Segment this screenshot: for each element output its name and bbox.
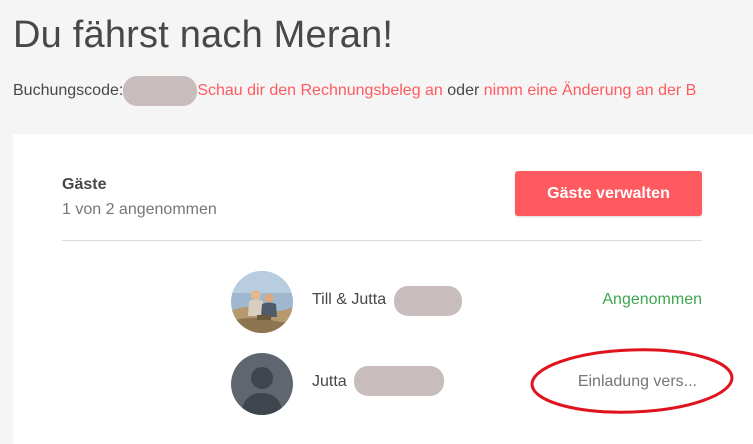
receipt-link[interactable]: Schau dir den Rechnungsbeleg an: [197, 82, 443, 99]
guest-name: Till & Jutta: [312, 291, 387, 308]
guest-name: Jutta: [312, 373, 347, 390]
page-title: Du fährst nach Meran!: [13, 14, 394, 56]
booking-info-line: Buchungscode: Schau dir den Rechnungsbele…: [13, 75, 697, 106]
divider: [62, 240, 702, 241]
name-redaction: [394, 286, 462, 316]
booking-code-label: Buchungscode:: [13, 82, 124, 99]
booking-connector-text: oder: [447, 82, 480, 99]
name-redaction: [354, 366, 444, 396]
manage-guests-button[interactable]: Gäste verwalten: [515, 171, 702, 216]
guests-title: Gäste: [62, 176, 107, 193]
default-person-avatar: [231, 353, 293, 415]
status-badge: Angenommen: [602, 291, 702, 308]
status-badge: Einladung vers...: [577, 373, 697, 390]
change-booking-link[interactable]: nimm eine Änderung an der B: [484, 82, 697, 99]
guest-row: Jutta Einladung vers...: [231, 353, 702, 415]
guests-card: Gäste 1 von 2 angenommen Gäste verwalten…: [13, 134, 753, 444]
booking-code-redaction: [123, 75, 198, 106]
photo-avatar: [231, 271, 293, 333]
guests-acceptance-count: 1 von 2 angenommen: [62, 201, 217, 218]
guest-row: Till & Jutta Angenommen: [231, 271, 702, 333]
